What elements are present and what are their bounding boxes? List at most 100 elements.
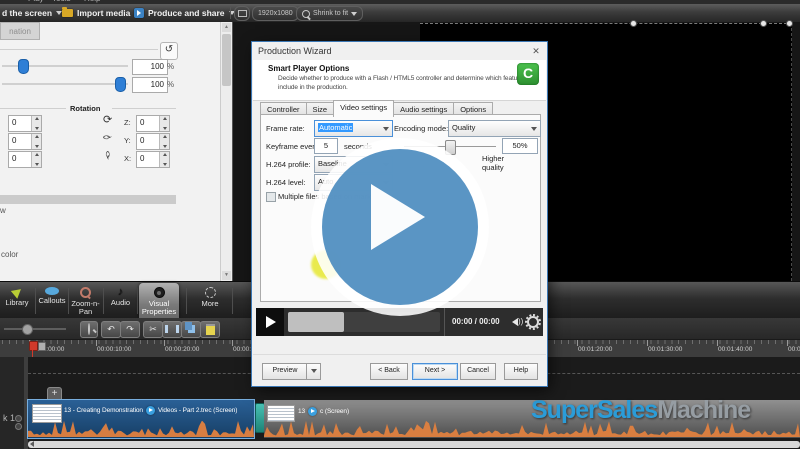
split-button[interactable] [162,321,182,338]
keyframe-input[interactable]: 5 [314,138,338,154]
undo-button[interactable]: ↶ [101,321,121,338]
play-triangle-icon [371,184,425,250]
position-spinner-3[interactable]: 0 [8,151,42,168]
percent-label: % [167,80,174,89]
playhead-marker[interactable] [29,341,38,351]
clip-1-title-a: 13 - Creating Demonstration [64,407,143,414]
track-lock-icon[interactable] [15,415,22,422]
percent-label: % [167,62,174,71]
canvas-zoom-button[interactable]: Shrink to fit [296,6,363,21]
video-play-overlay[interactable] [311,138,489,316]
volume-icon[interactable]: )) [512,317,523,326]
panel-scrollbar[interactable]: ▲ ▼ [220,22,232,281]
chevron-down-icon [531,127,537,131]
paste-button[interactable] [200,321,220,338]
canvas-dimensions-button[interactable]: 1920x1080 [252,6,299,21]
partial-button-label: nation [9,27,31,36]
visual-properties-icon [154,287,165,298]
menu-item[interactable]: Help [84,0,100,3]
scrollbar-thumb[interactable] [222,34,231,86]
ruler-timecode: 00:01:30:00 [648,346,682,353]
copy-button[interactable] [181,321,201,338]
wizard-tab[interactable]: Video settings [333,100,394,117]
clip-1-title-b: Videos - Part 2.trec (Screen) [158,407,237,414]
position-spinner-1[interactable]: 0 [8,115,42,132]
dialog-header: Smart Player Options Decide whether to p… [253,60,546,101]
scale-value-1[interactable]: 100 [132,59,168,75]
playhead-secondary-marker[interactable] [38,342,46,351]
back-button[interactable]: < Back [370,363,408,380]
multiple-files-checkbox[interactable] [266,192,276,202]
rotate-y-icon: ⟳ [103,134,112,141]
menu-item[interactable]: Tools [52,0,71,3]
tab-library[interactable]: Library [0,284,34,320]
cut-button[interactable]: ✂ [143,321,163,338]
clip-thumbnail [267,405,295,422]
produce-share-label: Produce and share [148,8,225,18]
editing-dimensions-button[interactable] [234,6,250,21]
zoom-button[interactable] [80,321,98,338]
selection-handle[interactable] [786,20,793,27]
axis-label: Z: [124,118,131,127]
ruler-timecode: 00:00:20:00 [165,346,199,353]
scale-slider-2[interactable] [2,83,128,85]
cancel-button[interactable]: Cancel [460,363,496,380]
higher-quality-label-line1: Higher [482,154,504,163]
gear-icon[interactable] [527,316,539,328]
scroll-left-icon[interactable] [30,441,34,447]
scale-slider-1-handle[interactable] [18,59,29,74]
audio-waveform [28,421,254,437]
produce-share-button[interactable]: Produce and share [134,4,235,22]
partial-button[interactable]: nation [0,22,40,40]
divider [112,108,176,109]
rotation-z-spinner[interactable]: 0 [136,115,170,132]
next-button[interactable]: Next > [412,363,458,380]
h264-profile-label: H.264 profile: [266,160,311,169]
timeline-zoom-handle[interactable] [22,324,33,335]
rotation-title: Rotation [70,104,100,113]
selection-handle[interactable] [630,20,637,27]
paste-icon [206,324,215,335]
preview-progress-bar[interactable] [288,312,440,332]
track-visibility-icon[interactable] [15,423,22,430]
frame-rate-select[interactable]: Automatic [314,120,393,137]
preview-play-button[interactable] [256,308,284,336]
rotation-x-spinner[interactable]: 0 [136,151,170,168]
scale-slider-2-handle[interactable] [115,77,126,92]
help-button[interactable]: Help [504,363,538,380]
horizontal-scrollbar[interactable] [28,441,800,448]
encoding-mode-select[interactable]: Quality [448,120,541,137]
ruler-timecode: 00:01:20:00 [578,346,612,353]
reset-button[interactable]: ↺ [160,42,178,60]
redo-button[interactable]: ↷ [120,321,140,338]
quality-value-input[interactable]: 50% [502,138,538,154]
folder-icon [62,9,73,17]
timeline-zoom-slider[interactable] [4,328,66,330]
tab-zoom-n-pan[interactable]: Zoom-n- Pan [69,284,102,320]
magnifier-icon [88,323,90,335]
chevron-down-icon [383,127,389,131]
preview-dropdown-button[interactable] [306,363,321,380]
import-media-button[interactable]: Import media [62,4,140,22]
tab-audio[interactable]: ♪ Audio [104,284,137,320]
position-spinner-2[interactable]: 0 [8,133,42,150]
selection-handle[interactable] [760,20,767,27]
preview-button[interactable]: Preview [262,363,308,380]
tab-callouts[interactable]: Callouts [36,284,68,320]
library-icon [10,285,23,298]
callout-icon [45,287,59,295]
menu-item[interactable]: Play [28,0,44,3]
scroll-up-icon[interactable]: ▲ [222,23,231,32]
tab-visual-properties[interactable]: Visual Properties [139,284,179,320]
rotation-y-spinner[interactable]: 0 [136,133,170,150]
dialog-title: Production Wizard [258,46,332,56]
scroll-down-icon[interactable]: ▼ [222,271,231,280]
tab-more[interactable]: More [188,284,232,320]
dialog-heading: Smart Player Options [268,64,349,73]
scale-value-2[interactable]: 100 [132,77,168,93]
play-badge-icon [146,406,155,415]
close-icon[interactable]: ✕ [529,45,543,57]
timeline-clip-1[interactable]: 13 - Creating Demonstration Videos - Par… [28,400,254,438]
record-screen-button[interactable]: d the screen [2,4,62,22]
player-separator [444,308,445,336]
